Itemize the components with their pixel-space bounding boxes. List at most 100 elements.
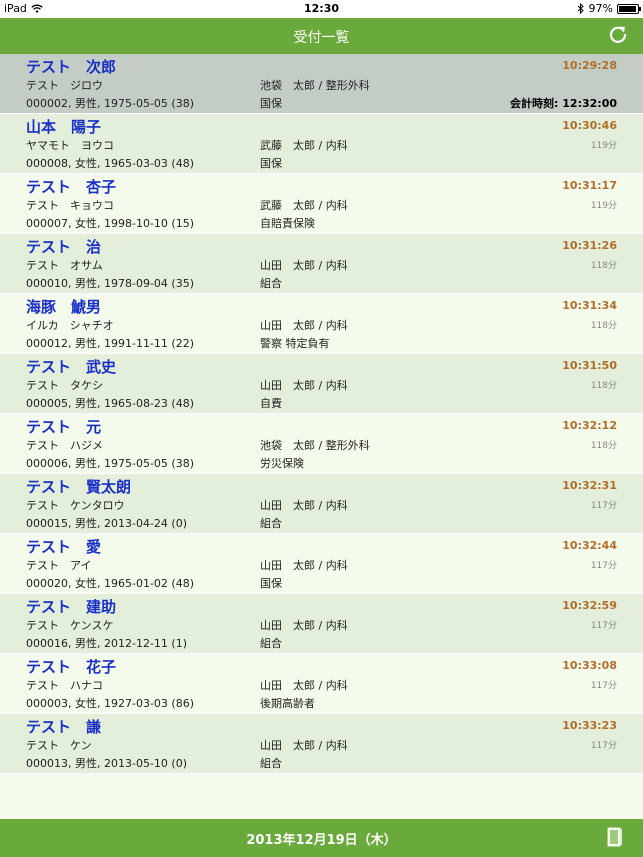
wait-minutes: 117分 bbox=[590, 501, 617, 511]
list-item[interactable]: テスト 治テスト オサム 000010, 男性, 1978-09-04 (35) 山… bbox=[0, 234, 643, 294]
insurance-type: 組合 bbox=[260, 637, 282, 650]
patient-kana: テスト ケン bbox=[26, 739, 92, 752]
patient-name: テスト 花子 bbox=[26, 658, 117, 676]
reception-time: 10:29:28 bbox=[562, 59, 617, 72]
patient-info: 000020, 女性, 1965-01-02 (48) bbox=[26, 577, 194, 590]
wait-minutes: 118分 bbox=[590, 381, 617, 391]
checkout-time: 会計時刻: 12:32:00 bbox=[510, 97, 617, 110]
insurance-type: 労災保険 bbox=[260, 457, 304, 470]
doctor-department: 山田 太郎 / 内科 bbox=[260, 259, 348, 272]
insurance-type: 自賠責保険 bbox=[260, 217, 315, 230]
doctor-department: 武藤 太郎 / 内科 bbox=[260, 139, 348, 152]
doctor-department: 山田 太郎 / 内科 bbox=[260, 559, 348, 572]
reception-time: 10:30:46 bbox=[562, 119, 617, 132]
wait-minutes: 118分 bbox=[590, 261, 617, 271]
patient-name: テスト 武史 bbox=[26, 358, 117, 376]
insurance-type: 後期高齢者 bbox=[260, 697, 315, 710]
reception-time: 10:31:26 bbox=[562, 239, 617, 252]
patient-kana: ヤマモト ヨウコ bbox=[26, 139, 114, 152]
list-item[interactable]: テスト 謙テスト ケン 000013, 男性, 2013-05-10 (0) 山田 … bbox=[0, 714, 643, 774]
patient-name: 海豚 鯱男 bbox=[26, 298, 102, 316]
insurance-type: 組合 bbox=[260, 757, 282, 770]
wait-minutes: 117分 bbox=[590, 681, 617, 691]
doctor-department: 池袋 太郎 / 整形外科 bbox=[260, 439, 370, 452]
list-item[interactable]: テスト 元テスト ハジメ 000006, 男性, 1975-05-05 (38) 池… bbox=[0, 414, 643, 474]
patient-info: 000003, 女性, 1927-03-03 (86) bbox=[26, 697, 194, 710]
list-item[interactable]: テスト 杏子テスト キョウコ 000007, 女性, 1998-10-10 (15… bbox=[0, 174, 643, 234]
patient-kana: テスト ハジメ bbox=[26, 439, 103, 452]
patient-name: テスト 建助 bbox=[26, 598, 117, 616]
bluetooth-icon bbox=[577, 3, 584, 14]
patient-info: 000005, 男性, 1965-08-23 (48) bbox=[26, 397, 194, 410]
doctor-department: 山田 太郎 / 内科 bbox=[260, 619, 348, 632]
list-item[interactable]: 山本 陽子ヤマモト ヨウコ 000008, 女性, 1965-03-03 (48)… bbox=[0, 114, 643, 174]
patient-kana: テスト キョウコ bbox=[26, 199, 114, 212]
reception-time: 10:33:08 bbox=[562, 659, 617, 672]
patient-info: 000006, 男性, 1975-05-05 (38) bbox=[26, 457, 194, 470]
nav-bar: 受付一覧 bbox=[0, 18, 643, 54]
list-item[interactable]: テスト 次郎テスト ジロウ 000002, 男性, 1975-05-05 (38)… bbox=[0, 54, 643, 114]
clock: 12:30 bbox=[303, 2, 339, 15]
patient-info: 000010, 男性, 1978-09-04 (35) bbox=[26, 277, 194, 290]
doctor-department: 山田 太郎 / 内科 bbox=[260, 679, 348, 692]
patient-name: テスト 杏子 bbox=[26, 178, 117, 196]
doctor-department: 山田 太郎 / 内科 bbox=[260, 319, 348, 332]
insurance-type: 国保 bbox=[260, 97, 282, 110]
patient-name: テスト 賢太朗 bbox=[26, 478, 132, 496]
page-title: 受付一覧 bbox=[293, 30, 350, 46]
battery-icon bbox=[617, 3, 641, 14]
wait-minutes: 119分 bbox=[590, 141, 617, 151]
patient-info: 000002, 男性, 1975-05-05 (38) bbox=[26, 97, 194, 110]
patient-info: 000012, 男性, 1991-11-11 (22) bbox=[26, 337, 194, 350]
patient-name: 山本 陽子 bbox=[26, 118, 102, 136]
patient-name: テスト 治 bbox=[26, 238, 102, 256]
patient-kana: テスト ジロウ bbox=[26, 79, 103, 92]
wait-minutes: 117分 bbox=[590, 741, 617, 751]
doctor-department: 武藤 太郎 / 内科 bbox=[260, 199, 348, 212]
book-icon[interactable] bbox=[607, 827, 623, 847]
reception-time: 10:32:31 bbox=[562, 479, 617, 492]
list-item[interactable]: テスト 愛テスト アイ 000020, 女性, 1965-01-02 (48) 山田… bbox=[0, 534, 643, 594]
patient-kana: テスト アイ bbox=[26, 559, 92, 572]
patient-kana: テスト タケシ bbox=[26, 379, 103, 392]
reception-time: 10:31:50 bbox=[562, 359, 617, 372]
list-item[interactable]: テスト 建助 テスト ケンスケ 000016, 男性, 2012-12-11 (1)… bbox=[0, 594, 643, 654]
patient-info: 000008, 女性, 1965-03-03 (48) bbox=[26, 157, 194, 170]
patient-name: テスト 愛 bbox=[26, 538, 102, 556]
reception-time: 10:31:17 bbox=[562, 179, 617, 192]
refresh-icon[interactable] bbox=[607, 24, 629, 46]
patient-name: テスト 謙 bbox=[26, 718, 102, 736]
footer-date: 2013年12月19日（木） bbox=[246, 833, 397, 848]
doctor-department: 山田 太郎 / 内科 bbox=[260, 379, 348, 392]
insurance-type: 組合 bbox=[260, 517, 282, 530]
patient-name: テスト 次郎 bbox=[26, 58, 117, 76]
list-item[interactable]: テスト 賢太朗テスト ケンタロウ 000015, 男性, 2013-04-24 (… bbox=[0, 474, 643, 534]
patient-kana: テスト オサム bbox=[26, 259, 103, 272]
list-item[interactable]: テスト 花子テスト ハナコ 000003, 女性, 1927-03-03 (86)… bbox=[0, 654, 643, 714]
reception-time: 10:31:34 bbox=[562, 299, 617, 312]
wait-minutes: 118分 bbox=[590, 441, 617, 451]
status-bar: iPad 12:30 97% bbox=[0, 0, 643, 18]
wait-minutes: 119分 bbox=[590, 201, 617, 211]
patient-kana: イルカ シャチオ bbox=[26, 319, 114, 332]
battery-percent: 97% bbox=[588, 2, 613, 15]
patient-kana: テスト ハナコ bbox=[26, 679, 103, 692]
insurance-type: 国保 bbox=[260, 157, 282, 170]
list-item[interactable]: 海豚 鯱男イルカ シャチオ 000012, 男性, 1991-11-11 (22)… bbox=[0, 294, 643, 354]
reception-time: 10:32:44 bbox=[562, 539, 617, 552]
patient-kana: テスト ケンタロウ bbox=[26, 499, 125, 512]
insurance-type: 国保 bbox=[260, 577, 282, 590]
list-item[interactable]: テスト 武史テスト タケシ 000005, 男性, 1965-08-23 (48)… bbox=[0, 354, 643, 414]
patient-info: 000015, 男性, 2013-04-24 (0) bbox=[26, 517, 187, 530]
insurance-type: 組合 bbox=[260, 277, 282, 290]
wait-minutes: 117分 bbox=[590, 561, 617, 571]
patient-info: 000007, 女性, 1998-10-10 (15) bbox=[26, 217, 194, 230]
reception-time: 10:32:12 bbox=[562, 419, 617, 432]
patient-name: テスト 元 bbox=[26, 418, 102, 436]
reception-time: 10:33:23 bbox=[562, 719, 617, 732]
wait-minutes: 117分 bbox=[590, 621, 617, 631]
insurance-type: 自費 bbox=[260, 397, 282, 410]
wait-minutes: 118分 bbox=[590, 321, 617, 331]
insurance-type: 警察 特定負有 bbox=[260, 337, 330, 350]
doctor-department: 池袋 太郎 / 整形外科 bbox=[260, 79, 370, 92]
